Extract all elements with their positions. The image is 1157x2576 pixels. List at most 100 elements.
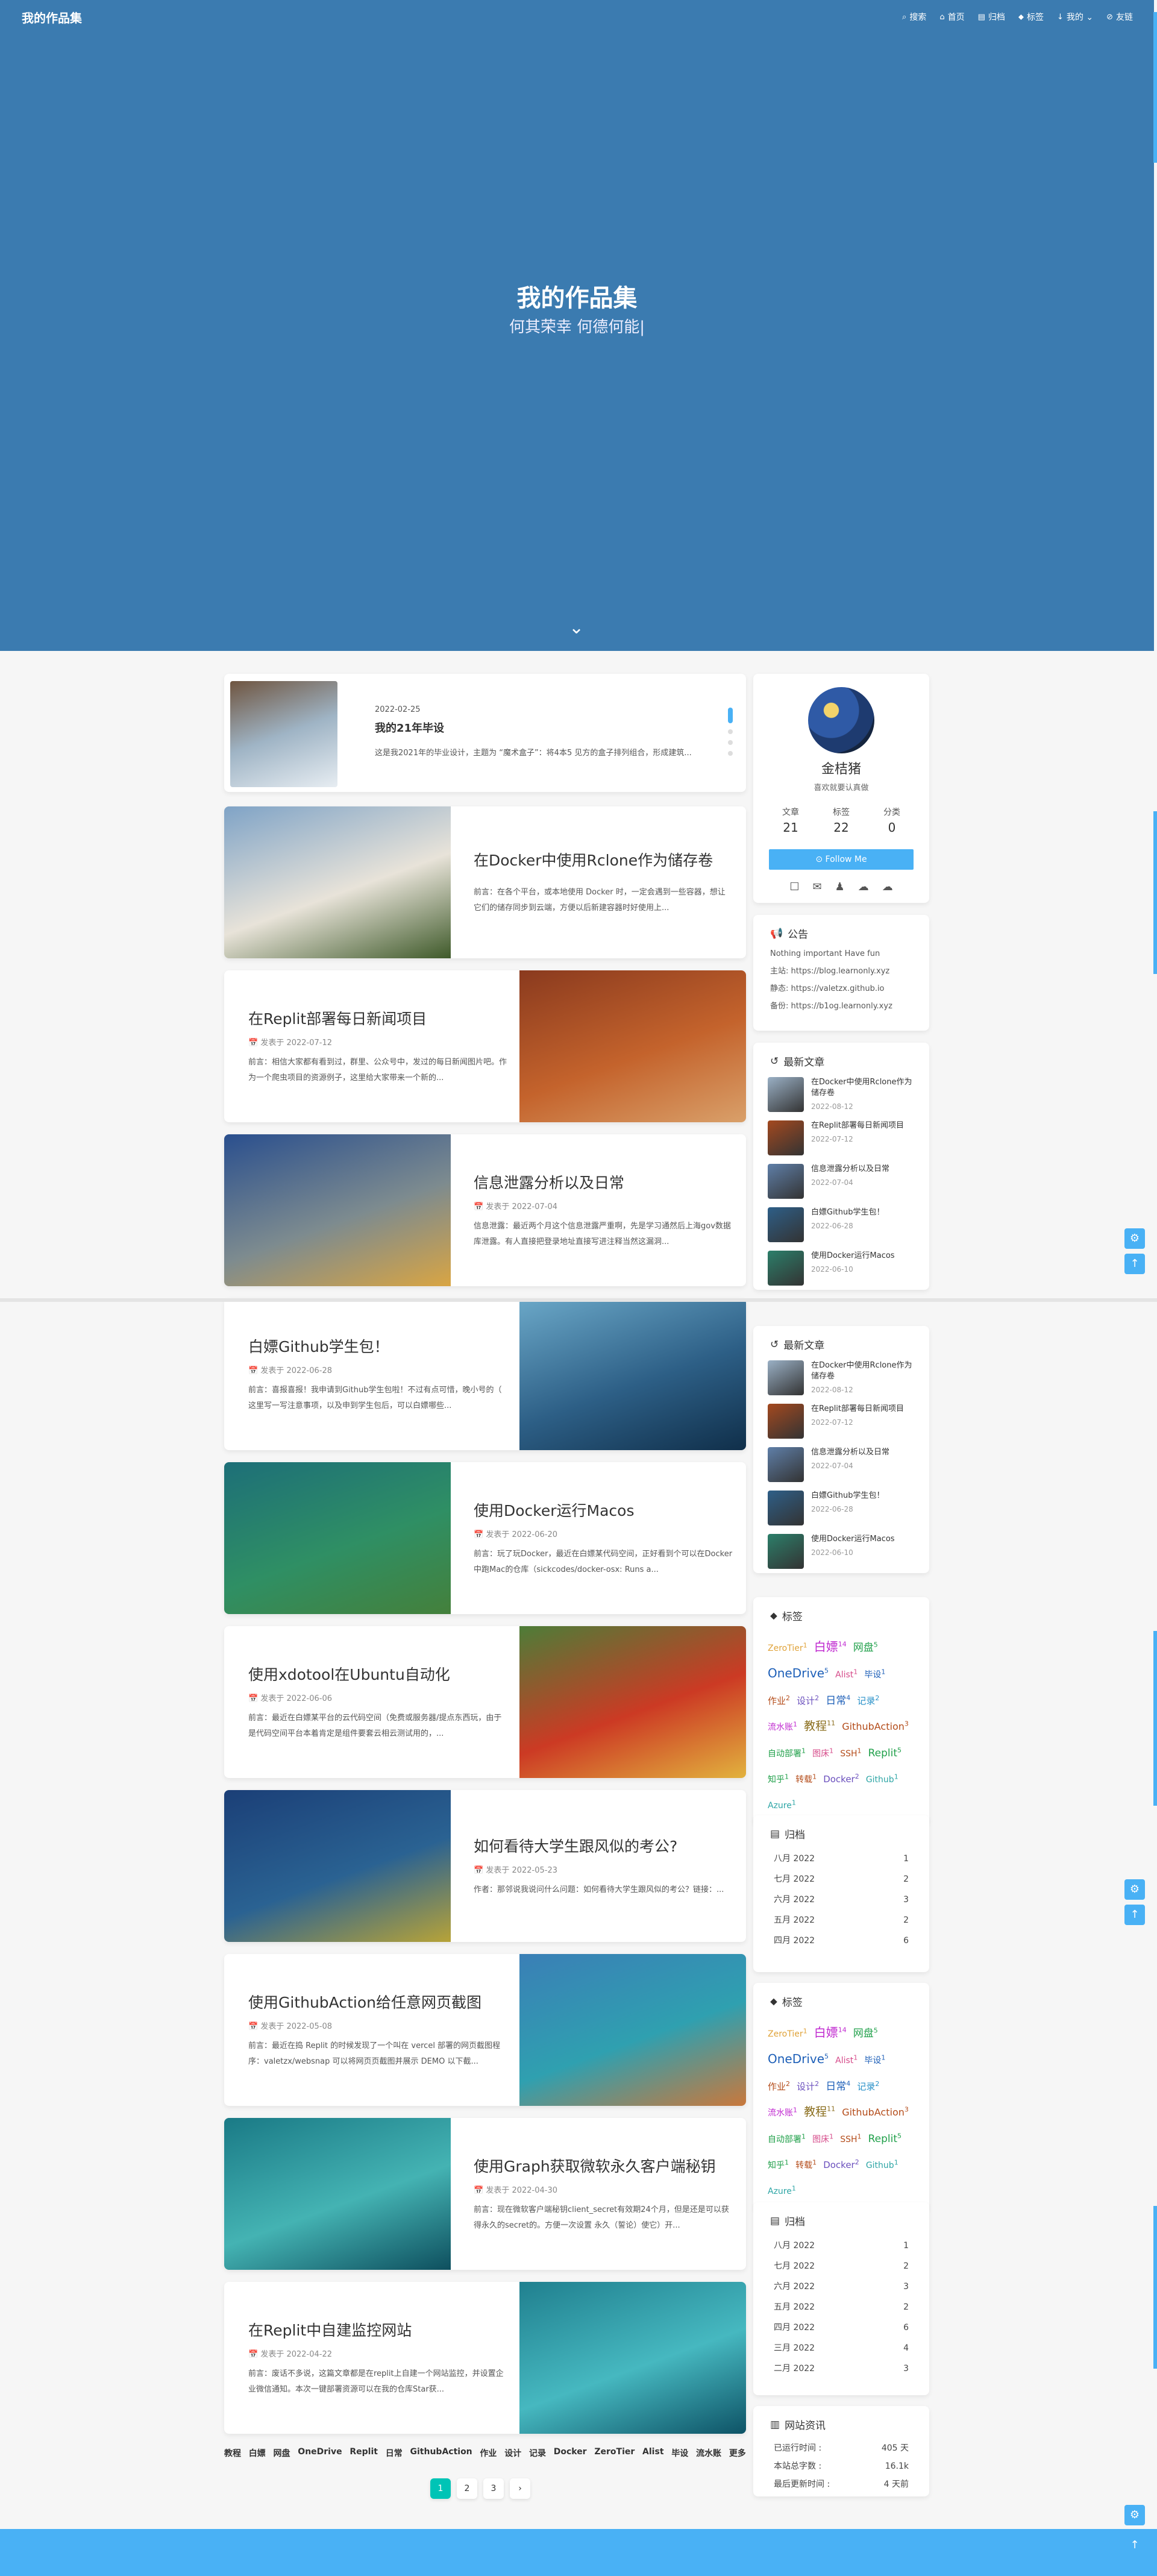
tag-link[interactable]: 教程11 bbox=[804, 2105, 835, 2119]
recent-post-title[interactable]: 信息泄露分析以及日常 bbox=[811, 1447, 889, 1458]
post-title[interactable]: 在Replit中自建监控网站 bbox=[248, 2319, 507, 2340]
post-cover-image[interactable] bbox=[519, 1626, 746, 1778]
category-link[interactable]: OneDrive bbox=[298, 2447, 342, 2459]
recent-post-item[interactable]: 信息泄露分析以及日常 2022-07-04 bbox=[768, 1164, 915, 1199]
back-to-top-button[interactable]: ↑ bbox=[1124, 2535, 1145, 2556]
post-cover-image[interactable] bbox=[224, 1462, 451, 1614]
tag-link[interactable]: 日常4 bbox=[826, 1694, 850, 1707]
recent-post-item[interactable]: 在Docker中使用Rclone作为储存卷 2022-08-12 bbox=[768, 1077, 915, 1112]
tag-link[interactable]: GithubAction3 bbox=[842, 2106, 909, 2118]
recent-post-item[interactable]: 白嫖Github学生包！ 2022-06-28 bbox=[768, 1207, 915, 1242]
tag-link[interactable]: 流水账1 bbox=[768, 2106, 797, 2119]
post-cover-image[interactable] bbox=[519, 1298, 746, 1450]
post-title[interactable]: 在Docker中使用Rclone作为储存卷 bbox=[474, 849, 733, 870]
nav-tags[interactable]: ⬥ 标签 bbox=[1018, 11, 1044, 23]
recent-post-title[interactable]: 在Replit部署每日新闻项目 bbox=[811, 1120, 904, 1131]
category-link[interactable]: 记录 bbox=[529, 2447, 546, 2459]
post-cover-image[interactable] bbox=[519, 970, 746, 1122]
tag-link[interactable]: 日常4 bbox=[826, 2079, 850, 2093]
post-title[interactable]: 信息泄露分析以及日常 bbox=[474, 1171, 733, 1193]
tag-link[interactable]: 设计2 bbox=[797, 1694, 819, 1706]
post-title[interactable]: 如何看待大学生跟风似的考公? bbox=[474, 1835, 733, 1856]
post-card[interactable]: 如何看待大学生跟风似的考公? 📅 发表于 2022-05-23 作者：那邻说我说问什… bbox=[224, 1790, 746, 1942]
category-link[interactable]: 网盘 bbox=[274, 2447, 290, 2459]
category-link[interactable]: 白嫖 bbox=[249, 2447, 266, 2459]
archive-row[interactable]: 三月 2022 4 bbox=[774, 2338, 909, 2358]
archive-row[interactable]: 五月 2022 2 bbox=[774, 2297, 909, 2317]
nav-search[interactable]: ⌕ 搜索 bbox=[902, 11, 926, 23]
archive-row[interactable]: 八月 2022 1 bbox=[774, 2235, 909, 2256]
archive-row[interactable]: 四月 2022 6 bbox=[774, 1930, 909, 1951]
tag-link[interactable]: 知乎1 bbox=[768, 2158, 789, 2170]
post-title[interactable]: 使用xdotool在Ubuntu自动化 bbox=[248, 1663, 507, 1685]
tag-link[interactable]: 毕设1 bbox=[864, 2054, 885, 2066]
post-card[interactable]: 使用xdotool在Ubuntu自动化 📅 发表于 2022-06-06 前言：最近… bbox=[224, 1626, 746, 1778]
cloud-upload-icon[interactable]: ☁ bbox=[858, 881, 869, 893]
tag-link[interactable]: 知乎1 bbox=[768, 1773, 789, 1785]
stat-articles[interactable]: 文章 21 bbox=[782, 806, 799, 835]
post-cover-image[interactable] bbox=[224, 1790, 451, 1942]
tag-link[interactable]: 记录2 bbox=[857, 1694, 879, 1706]
recent-post-title[interactable]: 白嫖Github学生包！ bbox=[811, 1207, 885, 1218]
tag-link[interactable]: ZeroTier1 bbox=[768, 1641, 807, 1653]
sticky-post-title[interactable]: 我的21年毕设 bbox=[375, 720, 444, 735]
post-card[interactable]: 使用GithubAction给任意网页截图 📅 发表于 2022-05-08 前言：… bbox=[224, 1954, 746, 2106]
tag-link[interactable]: SSH1 bbox=[840, 1747, 861, 1759]
nav-archive[interactable]: ▤ 归档 bbox=[978, 11, 1005, 23]
category-link[interactable]: ZeroTier bbox=[594, 2447, 635, 2459]
post-card[interactable]: 白嫖Github学生包！ 📅 发表于 2022-06-28 前言：喜报喜报！我申请到… bbox=[224, 1298, 746, 1450]
archive-row[interactable]: 八月 2022 1 bbox=[774, 1849, 909, 1869]
qq-icon[interactable]: ♟ bbox=[835, 881, 845, 893]
category-link[interactable]: Replit bbox=[350, 2447, 378, 2459]
recent-post-title[interactable]: 信息泄露分析以及日常 bbox=[811, 1164, 889, 1175]
post-card[interactable]: 在Docker中使用Rclone作为储存卷 前言：在各个平台，或本地使用 Dock… bbox=[224, 806, 746, 958]
category-link[interactable]: Alist bbox=[642, 2447, 663, 2459]
settings-button[interactable]: ⚙ bbox=[1124, 2505, 1145, 2525]
tag-link[interactable]: Alist1 bbox=[835, 2054, 858, 2066]
tag-link[interactable]: 转载1 bbox=[795, 2158, 817, 2170]
tag-link[interactable]: OneDrive5 bbox=[768, 2052, 829, 2066]
tag-link[interactable]: 自动部署1 bbox=[768, 1747, 806, 1759]
recent-post-thumb[interactable] bbox=[768, 1404, 804, 1439]
settings-button[interactable]: ⚙ bbox=[1124, 1228, 1145, 1249]
page-button[interactable]: 3 bbox=[483, 2478, 504, 2499]
post-card[interactable]: 在Replit中自建监控网站 📅 发表于 2022-04-22 前言：废话不多说，这… bbox=[224, 2282, 746, 2434]
site-brand[interactable]: 我的作品集 bbox=[22, 8, 82, 26]
sticky-post-image[interactable] bbox=[230, 681, 337, 787]
post-cover-image[interactable] bbox=[224, 2118, 451, 2270]
recent-post-item[interactable]: 在Docker中使用Rclone作为储存卷 2022-08-12 bbox=[768, 1360, 915, 1395]
recent-post-title[interactable]: 在Docker中使用Rclone作为储存卷 bbox=[811, 1077, 915, 1099]
archive-row[interactable]: 七月 2022 2 bbox=[774, 1869, 909, 1890]
tag-link[interactable]: 流水账1 bbox=[768, 1721, 797, 1733]
recent-post-item[interactable]: 在Replit部署每日新闻项目 2022-07-12 bbox=[768, 1120, 915, 1155]
archive-row[interactable]: 六月 2022 3 bbox=[774, 2276, 909, 2297]
stat-categories[interactable]: 分类 0 bbox=[883, 806, 900, 835]
recent-post-item[interactable]: 白嫖Github学生包！ 2022-06-28 bbox=[768, 1491, 915, 1525]
category-link[interactable]: Docker bbox=[554, 2447, 587, 2459]
recent-post-thumb[interactable] bbox=[768, 1164, 804, 1199]
recent-post-item[interactable]: 使用Docker运行Macos 2022-06-10 bbox=[768, 1251, 915, 1286]
stat-tags[interactable]: 标签 22 bbox=[833, 806, 850, 835]
post-cover-image[interactable] bbox=[224, 1134, 451, 1286]
post-cover-image[interactable] bbox=[519, 1954, 746, 2106]
post-card[interactable]: 使用Docker运行Macos 📅 发表于 2022-06-20 前言：玩了玩Doc… bbox=[224, 1462, 746, 1614]
category-link[interactable]: GithubAction bbox=[410, 2447, 472, 2459]
recent-post-title[interactable]: 使用Docker运行Macos bbox=[811, 1251, 895, 1261]
post-cover-image[interactable] bbox=[519, 2282, 746, 2434]
category-link[interactable]: 流水账 bbox=[696, 2447, 721, 2459]
archive-row[interactable]: 七月 2022 2 bbox=[774, 2256, 909, 2276]
post-card[interactable]: 在Replit部署每日新闻项目 📅 发表于 2022-07-12 前言：相信大家都有… bbox=[224, 970, 746, 1122]
archive-row[interactable]: 五月 2022 2 bbox=[774, 1910, 909, 1930]
page-button[interactable]: 2 bbox=[457, 2478, 477, 2499]
post-title[interactable]: 使用Graph获取微软永久客户端秘钥 bbox=[474, 2155, 733, 2176]
archive-row[interactable]: 六月 2022 3 bbox=[774, 1890, 909, 1910]
carousel-indicator[interactable] bbox=[728, 708, 733, 762]
recent-post-item[interactable]: 信息泄露分析以及日常 2022-07-04 bbox=[768, 1447, 915, 1482]
email-icon[interactable]: ✉ bbox=[812, 881, 821, 893]
tag-link[interactable]: ZeroTier1 bbox=[768, 2027, 807, 2039]
tag-link[interactable]: 记录2 bbox=[857, 2080, 879, 2092]
tag-link[interactable]: 图床1 bbox=[812, 2132, 833, 2144]
tag-link[interactable]: Alist1 bbox=[835, 1668, 858, 1680]
tag-link[interactable]: Github1 bbox=[866, 2158, 898, 2170]
tag-link[interactable]: 网盘5 bbox=[853, 2026, 878, 2040]
